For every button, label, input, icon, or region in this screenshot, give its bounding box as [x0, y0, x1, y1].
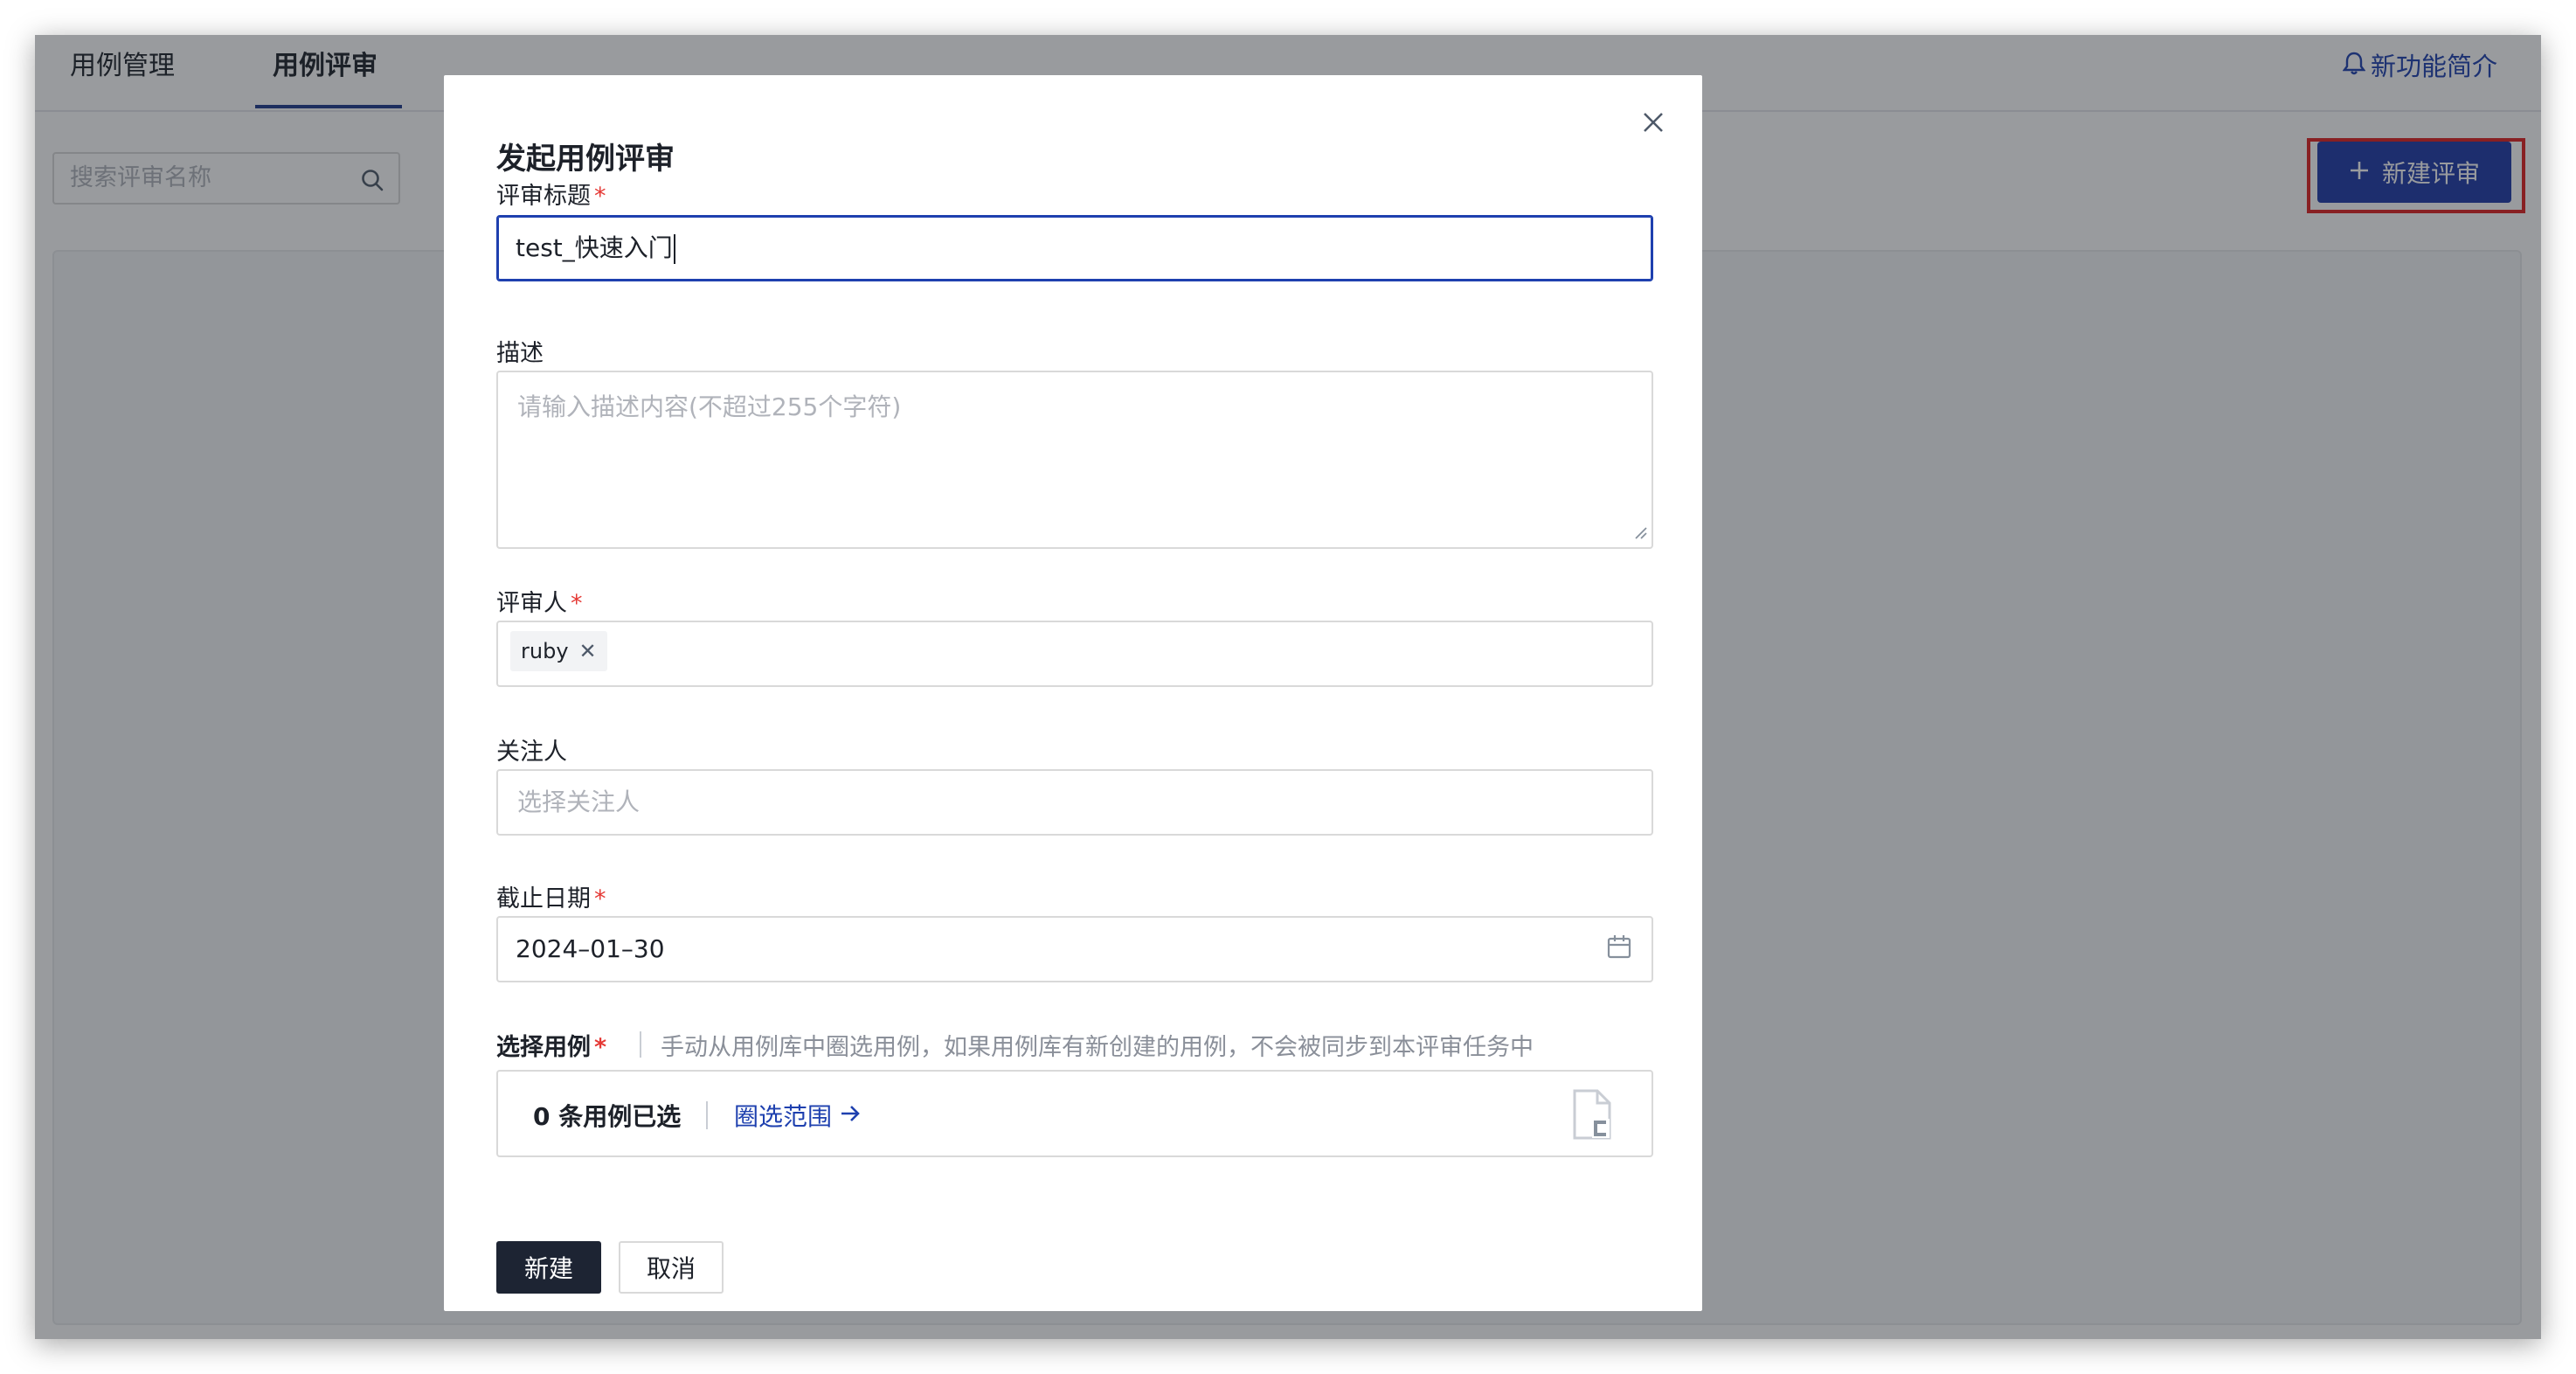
followers-placeholder: 选择关注人: [517, 788, 641, 816]
title-label-text: 评审标题: [496, 183, 591, 210]
deadline-value: 2024–01–30: [516, 934, 665, 963]
review-title-text: test_快速入门: [516, 233, 673, 262]
reviewer-tag: ruby ✕: [510, 631, 607, 671]
selected-count: 0 条用例已选: [533, 1102, 682, 1131]
deadline-field-label: 截止日期 *: [496, 879, 606, 913]
reviewers-field-label: 评审人 *: [496, 584, 583, 618]
cancel-button[interactable]: 取消: [619, 1241, 724, 1294]
tag-remove-icon[interactable]: ✕: [579, 639, 597, 663]
reviewers-select[interactable]: ruby ✕: [496, 621, 1653, 687]
review-title-input[interactable]: test_快速入门: [496, 215, 1653, 281]
review-title-value: test_快速入门: [516, 232, 675, 264]
select-range-link[interactable]: 圈选范围: [734, 1098, 862, 1133]
reviewer-tag-label: ruby: [521, 639, 569, 663]
required-mark: *: [594, 183, 606, 210]
required-mark: *: [571, 590, 583, 617]
case-selection-box: 0 条用例已选 圈选范围: [496, 1070, 1653, 1157]
case-select-label: 选择用例 *: [496, 1028, 606, 1062]
deadline-label-text: 截止日期: [496, 885, 591, 913]
required-mark: *: [594, 1034, 607, 1061]
resize-handle-icon[interactable]: [1632, 524, 1648, 544]
calendar-icon[interactable]: [1606, 933, 1632, 963]
description-label: 描述: [496, 340, 544, 367]
select-range-label: 圈选范围: [734, 1102, 833, 1131]
title-field-label: 评审标题 *: [496, 177, 606, 211]
arrow-right-icon: [839, 1101, 862, 1130]
dialog-title: 发起用例评审: [496, 142, 675, 177]
close-icon[interactable]: [1636, 105, 1671, 140]
reviewers-label-text: 评审人: [496, 590, 567, 617]
followers-select[interactable]: 选择关注人: [496, 769, 1653, 836]
followers-label: 关注人: [496, 739, 567, 766]
app-window: 用例管理 用例评审 新功能简介 搜索评审名称 新建评审 发起用例评审 评审标题 …: [35, 35, 2541, 1339]
create-button[interactable]: 新建: [496, 1241, 601, 1294]
deadline-date-picker[interactable]: 2024–01–30: [496, 916, 1653, 982]
document-icon: [1571, 1089, 1613, 1143]
description-placeholder: 请输入描述内容(不超过255个字符): [517, 392, 902, 421]
create-review-dialog: 发起用例评审 评审标题 * test_快速入门 描述 请输入描述内容(不超过255…: [444, 75, 1702, 1311]
case-select-label-text: 选择用例: [496, 1034, 591, 1061]
divider: [706, 1101, 708, 1129]
description-textarea[interactable]: 请输入描述内容(不超过255个字符): [496, 371, 1653, 549]
text-caret: [673, 234, 675, 264]
required-mark: *: [594, 885, 606, 913]
case-select-hint: 手动从用例库中圈选用例，如果用例库有新创建的用例，不会被同步到本评审任务中: [661, 1034, 1534, 1061]
divider: [640, 1031, 641, 1058]
